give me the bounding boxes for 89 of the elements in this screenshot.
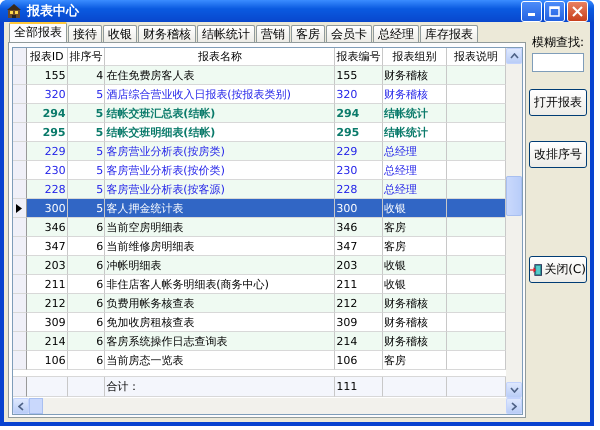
table-cell: 203 bbox=[26, 256, 68, 275]
table-cell: 冲帐明细表 bbox=[105, 256, 336, 275]
action-button[interactable]: 打开报表 bbox=[529, 89, 587, 116]
scroll-right-button[interactable] bbox=[506, 398, 522, 414]
tab[interactable]: 会员卡 bbox=[326, 25, 372, 42]
action-button[interactable]: 改排序号 bbox=[529, 141, 587, 168]
table-cell: 155 bbox=[26, 66, 68, 85]
tab[interactable]: 总经理 bbox=[373, 25, 419, 42]
table-cell: 6 bbox=[68, 332, 106, 351]
table-cell: 6 bbox=[68, 351, 106, 370]
table-cell bbox=[26, 377, 68, 397]
table-row[interactable]: 300 5 客人押金统计表 300 收银 bbox=[13, 199, 506, 218]
table-cell: 212 bbox=[335, 294, 383, 313]
table-cell: 总经理 bbox=[382, 142, 448, 161]
table-row[interactable]: 203 6 冲帐明细表 203 收银 bbox=[13, 256, 506, 275]
close-button[interactable] bbox=[567, 0, 588, 22]
scroll-up-button[interactable] bbox=[506, 48, 522, 64]
table-cell: 106 bbox=[26, 351, 68, 370]
table-cell: 当前空房明细表 bbox=[105, 218, 336, 237]
table-cell: 财务稽核 bbox=[382, 66, 448, 85]
table-cell: 在住免费房客人表 bbox=[105, 66, 336, 85]
table-cell: 6 bbox=[68, 256, 106, 275]
tab[interactable]: 结帐统计 bbox=[197, 25, 255, 42]
table-cell: 106 bbox=[335, 351, 383, 370]
table-row[interactable]: 294 5 结帐交班汇总表(结帐) 294 结帐统计 bbox=[13, 104, 506, 123]
scroll-down-button[interactable] bbox=[506, 382, 522, 398]
scroll-thumb[interactable] bbox=[29, 398, 43, 414]
total-value: 111 bbox=[335, 377, 383, 397]
tab[interactable]: 库存报表 bbox=[420, 25, 478, 42]
table-cell: 294 bbox=[26, 104, 68, 123]
table-cell: 5 bbox=[68, 104, 106, 123]
table-cell: 客房 bbox=[382, 218, 448, 237]
row-header bbox=[13, 48, 27, 66]
search-label: 模糊查找: bbox=[532, 34, 584, 51]
table-cell: 203 bbox=[335, 256, 383, 275]
tab[interactable]: 营销 bbox=[256, 25, 290, 42]
table-cell: 4 bbox=[68, 66, 106, 85]
table-cell: 214 bbox=[335, 332, 383, 351]
table-cell bbox=[382, 377, 448, 397]
table-row[interactable]: 228 5 客房营业分析表(按客源) 228 总经理 bbox=[13, 180, 506, 199]
table-cell: 结帐统计 bbox=[382, 104, 448, 123]
tab[interactable]: 接待 bbox=[68, 25, 102, 42]
tab[interactable]: 全部报表 bbox=[9, 22, 67, 42]
horizontal-scrollbar[interactable] bbox=[12, 398, 523, 415]
table-row[interactable]: 155 4 在住免费房客人表 155 财务稽核 bbox=[13, 66, 506, 85]
table-row[interactable]: 346 6 当前空房明细表 346 客房 bbox=[13, 218, 506, 237]
table-cell: 负费用帐务核查表 bbox=[105, 294, 336, 313]
table-cell: 客房营业分析表(按房类) bbox=[105, 142, 336, 161]
app-icon bbox=[6, 3, 22, 19]
table-cell: 346 bbox=[335, 218, 383, 237]
row-header[interactable] bbox=[13, 199, 27, 218]
vertical-scrollbar[interactable] bbox=[506, 48, 522, 398]
table-cell: 当前房态一览表 bbox=[105, 351, 336, 370]
window-title: 报表中心 bbox=[27, 2, 80, 20]
tab[interactable]: 财务稽核 bbox=[138, 25, 196, 42]
table-cell: 结帐交班汇总表(结帐) bbox=[105, 104, 336, 123]
table-row[interactable]: 214 6 客房系统操作日志查询表 214 财务稽核 bbox=[13, 332, 506, 351]
table-row[interactable]: 212 6 负费用帐务核查表 212 财务稽核 bbox=[13, 294, 506, 313]
table-cell: 收银 bbox=[382, 256, 448, 275]
action-button[interactable]: 关闭(C) bbox=[529, 256, 587, 283]
search-field[interactable] bbox=[532, 53, 584, 72]
minimize-button[interactable] bbox=[521, 0, 542, 22]
table-cell bbox=[68, 377, 106, 397]
current-row-icon bbox=[16, 204, 22, 212]
table-cell: 212 bbox=[26, 294, 68, 313]
table-cell: 5 bbox=[68, 142, 106, 161]
close-icon bbox=[572, 6, 583, 16]
scroll-thumb[interactable] bbox=[506, 176, 522, 216]
table-cell: 229 bbox=[335, 142, 383, 161]
table-cell: 294 bbox=[335, 104, 383, 123]
tab[interactable]: 客房 bbox=[291, 25, 325, 42]
table-cell: 客房 bbox=[382, 351, 448, 370]
table-cell: 155 bbox=[335, 66, 383, 85]
table-cell: 346 bbox=[26, 218, 68, 237]
table-cell: 214 bbox=[26, 332, 68, 351]
table-cell: 6 bbox=[68, 218, 106, 237]
table-cell: 客房系统操作日志查询表 bbox=[105, 332, 336, 351]
table-cell: 财务稽核 bbox=[382, 332, 448, 351]
table-cell: 6 bbox=[68, 294, 106, 313]
total-label: 合计： bbox=[105, 377, 336, 397]
maximize-icon bbox=[549, 6, 560, 16]
table-row[interactable]: 106 6 当前房态一览表 106 客房 bbox=[13, 351, 506, 370]
table-cell: 229 bbox=[26, 142, 68, 161]
table-row[interactable]: 229 5 客房营业分析表(按房类) 229 总经理 bbox=[13, 142, 506, 161]
scroll-left-button[interactable] bbox=[13, 398, 29, 414]
table-cell: 财务稽核 bbox=[382, 294, 448, 313]
maximize-button[interactable] bbox=[544, 0, 565, 22]
tab[interactable]: 收银 bbox=[103, 25, 137, 42]
minimize-icon bbox=[528, 12, 535, 16]
